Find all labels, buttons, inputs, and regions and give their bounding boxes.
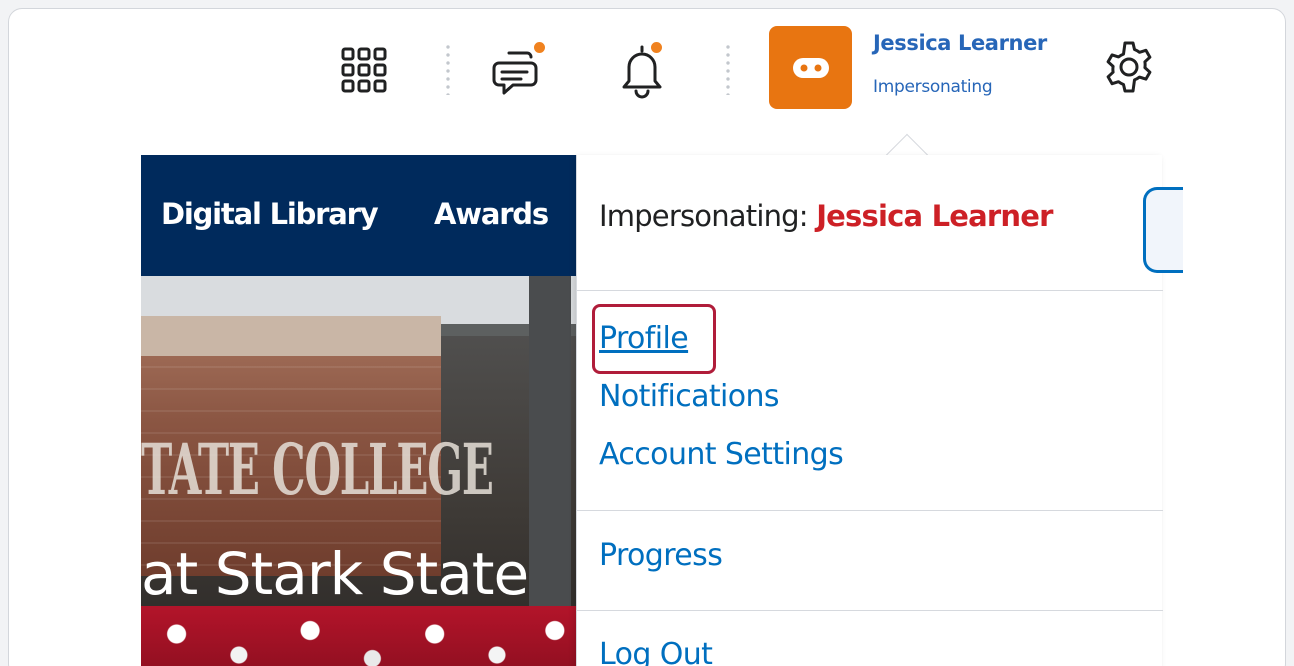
browser-frame: Jessica Learner Impersonating Digital Li…: [8, 8, 1286, 666]
separator: [446, 43, 450, 95]
user-status: Impersonating: [873, 77, 993, 97]
hero-image: TATE COLLEGE at Stark State: [141, 276, 586, 666]
notification-badge: [532, 40, 547, 55]
divider: [577, 510, 1163, 511]
impersonated-user-name: Jessica Learner: [816, 199, 1053, 233]
divider: [577, 610, 1163, 611]
sign-lettering: TATE COLLEGE: [141, 428, 494, 511]
divider: [577, 290, 1163, 291]
navbar: Digital Library Awards: [141, 155, 586, 276]
flower-bed: [141, 606, 586, 666]
bell-icon[interactable]: [609, 35, 675, 105]
nav-link-digital-library[interactable]: Digital Library: [161, 197, 379, 231]
user-name[interactable]: Jessica Learner: [873, 31, 1047, 55]
user-dropdown: Impersonating: Jessica Learner Profile N…: [576, 155, 1183, 666]
nav-link-awards[interactable]: Awards: [434, 197, 549, 231]
menu-item-log-out[interactable]: Log Out: [599, 637, 713, 666]
impersonating-row: Impersonating: Jessica Learner: [599, 199, 1053, 233]
stop-impersonating-button[interactable]: [1143, 187, 1183, 273]
message-alert-icon[interactable]: [483, 35, 553, 105]
separator: [726, 43, 730, 95]
waffle-grid-icon[interactable]: [331, 37, 397, 103]
menu-item-notifications[interactable]: Notifications: [599, 379, 780, 414]
gear-icon[interactable]: [1095, 33, 1163, 101]
avatar[interactable]: [769, 26, 852, 109]
menu-item-progress[interactable]: Progress: [599, 538, 723, 573]
menu-item-account-settings[interactable]: Account Settings: [599, 437, 844, 472]
hero-title: at Stark State: [141, 540, 529, 608]
impersonation-mask-icon: [792, 57, 829, 78]
notification-badge: [649, 40, 664, 55]
impersonating-label: Impersonating:: [599, 199, 809, 233]
profile-highlight: [592, 304, 716, 374]
